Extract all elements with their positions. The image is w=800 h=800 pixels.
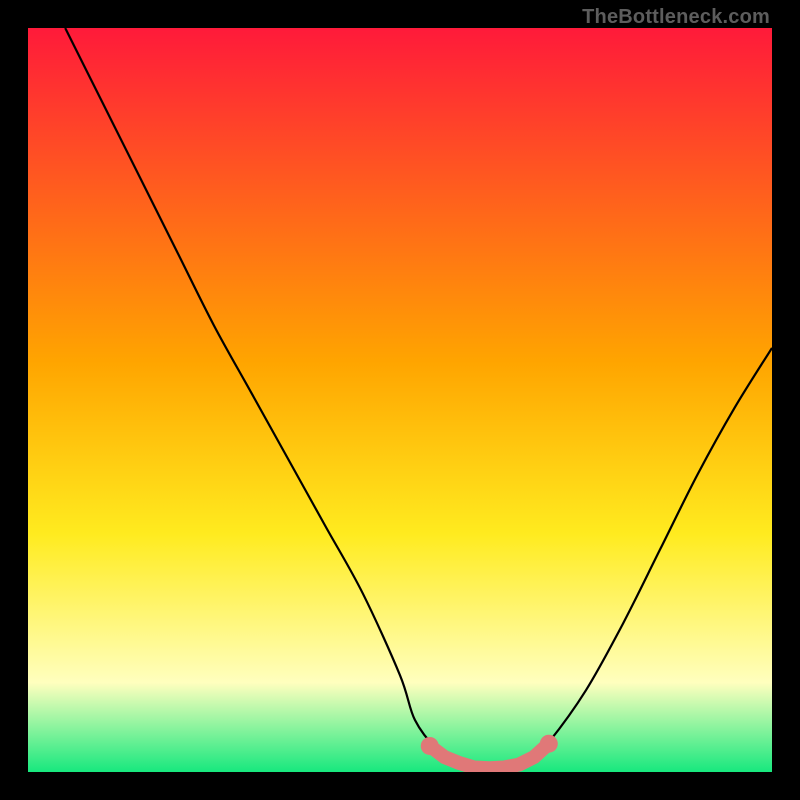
curve-layer	[28, 28, 772, 772]
watermark-text: TheBottleneck.com	[582, 6, 770, 29]
optimal-range-end-dot	[421, 737, 439, 755]
optimal-range-markers	[421, 735, 558, 769]
bottleneck-curve	[65, 28, 772, 772]
optimal-range-line	[430, 744, 549, 769]
chart-frame: TheBottleneck.com	[0, 0, 800, 800]
optimal-range-end-dot	[540, 735, 558, 753]
plot-area	[28, 28, 772, 772]
